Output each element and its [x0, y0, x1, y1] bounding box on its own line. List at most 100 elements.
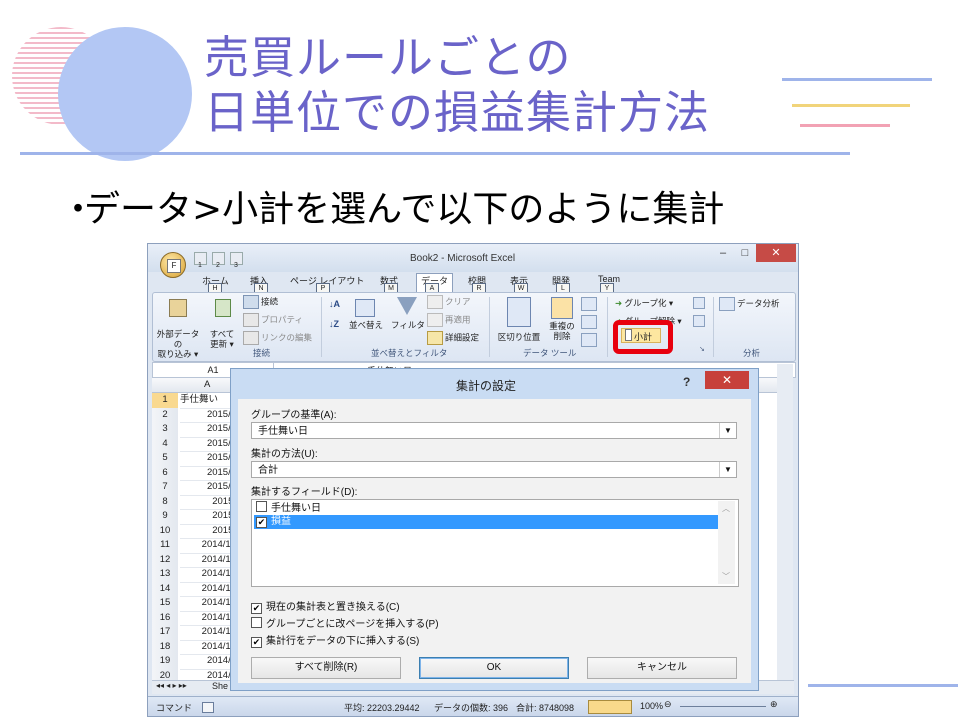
- reapply-button[interactable]: 再適用: [427, 313, 471, 327]
- function-select[interactable]: 合計 ▼: [251, 461, 737, 478]
- tab-formulas[interactable]: 数式 M: [380, 274, 398, 295]
- macro-record-icon[interactable]: [202, 702, 214, 713]
- remove-all-button[interactable]: すべて削除(R): [251, 657, 401, 679]
- row-header[interactable]: 7: [152, 480, 178, 496]
- row-header[interactable]: 16: [152, 610, 178, 626]
- tab-review[interactable]: 校閲 R: [468, 274, 486, 295]
- field-checkbox[interactable]: [256, 501, 267, 512]
- zoom-slider[interactable]: [680, 706, 766, 707]
- dialog-close-button[interactable]: ✕: [705, 371, 749, 389]
- help-icon[interactable]: ?: [683, 375, 690, 389]
- cell-a[interactable]: 2015/: [180, 509, 236, 525]
- cell-a[interactable]: 2015/1: [180, 408, 236, 423]
- row-header[interactable]: 8: [152, 494, 178, 510]
- cell-a[interactable]: 2014/12: [180, 596, 236, 612]
- scroll-down-icon[interactable]: ﹀: [722, 571, 730, 582]
- cell-a[interactable]: 2015/1: [180, 466, 236, 481]
- remove-duplicates-button[interactable]: 重複の 削除: [547, 297, 577, 341]
- row-header[interactable]: 18: [152, 639, 178, 655]
- cell-a[interactable]: 2015/: [180, 524, 236, 539]
- cell-a[interactable]: 2015/1: [180, 480, 236, 496]
- field-checkbox-checked[interactable]: ✔: [256, 517, 267, 528]
- row-header[interactable]: 9: [152, 509, 178, 525]
- cancel-button[interactable]: キャンセル: [587, 657, 737, 679]
- row-header[interactable]: 3: [152, 422, 178, 438]
- cell-a[interactable]: 2015/1: [180, 422, 236, 438]
- what-if-icon[interactable]: [581, 333, 597, 347]
- tab-home[interactable]: ホーム H: [202, 274, 229, 295]
- row-header[interactable]: 6: [152, 465, 178, 481]
- group-button[interactable]: ➜ グループ化 ▾: [615, 297, 673, 309]
- tab-page-layout[interactable]: ページ レイアウト P: [290, 274, 364, 295]
- cell-a[interactable]: 2014/12: [180, 625, 236, 641]
- chevron-down-icon[interactable]: ▼: [719, 423, 736, 438]
- cell-a[interactable]: 2014/12: [180, 640, 236, 655]
- refresh-all-button[interactable]: すべて 更新 ▾: [209, 297, 235, 349]
- data-analysis-button[interactable]: データ分析: [719, 297, 780, 311]
- properties-button[interactable]: プロパティ: [243, 313, 303, 327]
- vertical-scrollbar[interactable]: [777, 364, 793, 682]
- cell-a[interactable]: 2015/1: [180, 437, 236, 452]
- row-header[interactable]: 15: [152, 596, 178, 612]
- outline-dialog-launcher-icon[interactable]: ↘: [699, 345, 705, 353]
- sheet-nav-arrows-icon[interactable]: ◂◂ ◂ ▸ ▸▸: [156, 681, 187, 690]
- row-header[interactable]: 5: [152, 451, 178, 467]
- row-header[interactable]: 1: [152, 393, 178, 409]
- chevron-down-icon[interactable]: ▼: [719, 462, 736, 477]
- filter-button[interactable]: フィルタ: [391, 297, 425, 331]
- hide-detail-icon[interactable]: [693, 315, 705, 327]
- field-item[interactable]: 手仕舞い日: [254, 501, 718, 515]
- view-buttons[interactable]: [588, 700, 632, 714]
- cell-a[interactable]: 2014/12: [180, 538, 236, 554]
- tab-data[interactable]: データ A: [416, 273, 454, 295]
- data-validation-icon[interactable]: [581, 297, 597, 311]
- clear-button[interactable]: クリア: [427, 295, 471, 309]
- row-header[interactable]: 12: [152, 552, 178, 568]
- summary-below-option[interactable]: ✔ 集計行をデータの下に挿入する(S): [251, 632, 419, 648]
- cell-a[interactable]: 2014/12: [180, 611, 236, 626]
- tab-developer[interactable]: 開発 L: [552, 274, 570, 295]
- column-header-a[interactable]: A: [204, 379, 210, 390]
- row-header[interactable]: 19: [152, 654, 178, 670]
- cell-a[interactable]: 2015/1: [180, 451, 236, 467]
- sort-desc-icon[interactable]: ↓Z: [329, 319, 339, 329]
- ok-button[interactable]: OK: [419, 657, 569, 679]
- checkbox-checked[interactable]: ✔: [251, 603, 262, 614]
- sheet-tab[interactable]: She: [212, 681, 228, 691]
- row-header[interactable]: 14: [152, 581, 178, 597]
- text-to-columns-button[interactable]: 区切り位置: [495, 297, 543, 343]
- external-data-button[interactable]: 外部データの 取り込み ▾: [155, 297, 201, 359]
- connections-button[interactable]: 接続: [243, 295, 278, 309]
- edit-links-button[interactable]: リンクの編集: [243, 331, 312, 345]
- zoom-in-icon[interactable]: ⊕: [770, 699, 778, 710]
- sort-button[interactable]: 並べ替え: [349, 297, 383, 331]
- row-header[interactable]: 13: [152, 567, 178, 583]
- advanced-filter-button[interactable]: 詳細設定: [427, 331, 479, 345]
- row-header[interactable]: 10: [152, 523, 178, 539]
- cell-a[interactable]: 2014/1: [180, 669, 236, 681]
- tab-team[interactable]: Team Y: [598, 274, 620, 295]
- scroll-up-icon[interactable]: ︿: [722, 503, 730, 514]
- row-header[interactable]: 20: [152, 668, 178, 681]
- close-button[interactable]: ✕: [756, 244, 796, 262]
- row-header[interactable]: 17: [152, 625, 178, 641]
- sort-asc-icon[interactable]: ↓A: [329, 299, 340, 309]
- cell-a[interactable]: 2014/12: [180, 567, 236, 583]
- row-header[interactable]: 11: [152, 538, 178, 554]
- fields-listbox[interactable]: 手仕舞い日 ✔ 損益 ︿ ﹀: [251, 499, 739, 587]
- row-header[interactable]: 4: [152, 436, 178, 452]
- show-detail-icon[interactable]: [693, 297, 705, 309]
- page-break-option[interactable]: グループごとに改ページを挿入する(P): [251, 615, 439, 630]
- row-header[interactable]: 2: [152, 407, 178, 423]
- cell-a[interactable]: 手仕舞い: [180, 393, 236, 409]
- tab-insert[interactable]: 挿入 N: [250, 274, 268, 295]
- listbox-scrollbar[interactable]: ︿ ﹀: [718, 501, 735, 584]
- cell-a[interactable]: 2014/1: [180, 654, 236, 670]
- group-by-select[interactable]: 手仕舞い日 ▼: [251, 422, 737, 439]
- tab-view[interactable]: 表示 W: [510, 274, 528, 295]
- cell-a[interactable]: 2014/12: [180, 553, 236, 568]
- cell-a[interactable]: 2014/12: [180, 582, 236, 597]
- field-item-selected[interactable]: ✔ 損益: [254, 515, 718, 529]
- zoom-out-icon[interactable]: ⊖: [664, 699, 672, 710]
- consolidate-icon[interactable]: [581, 315, 597, 329]
